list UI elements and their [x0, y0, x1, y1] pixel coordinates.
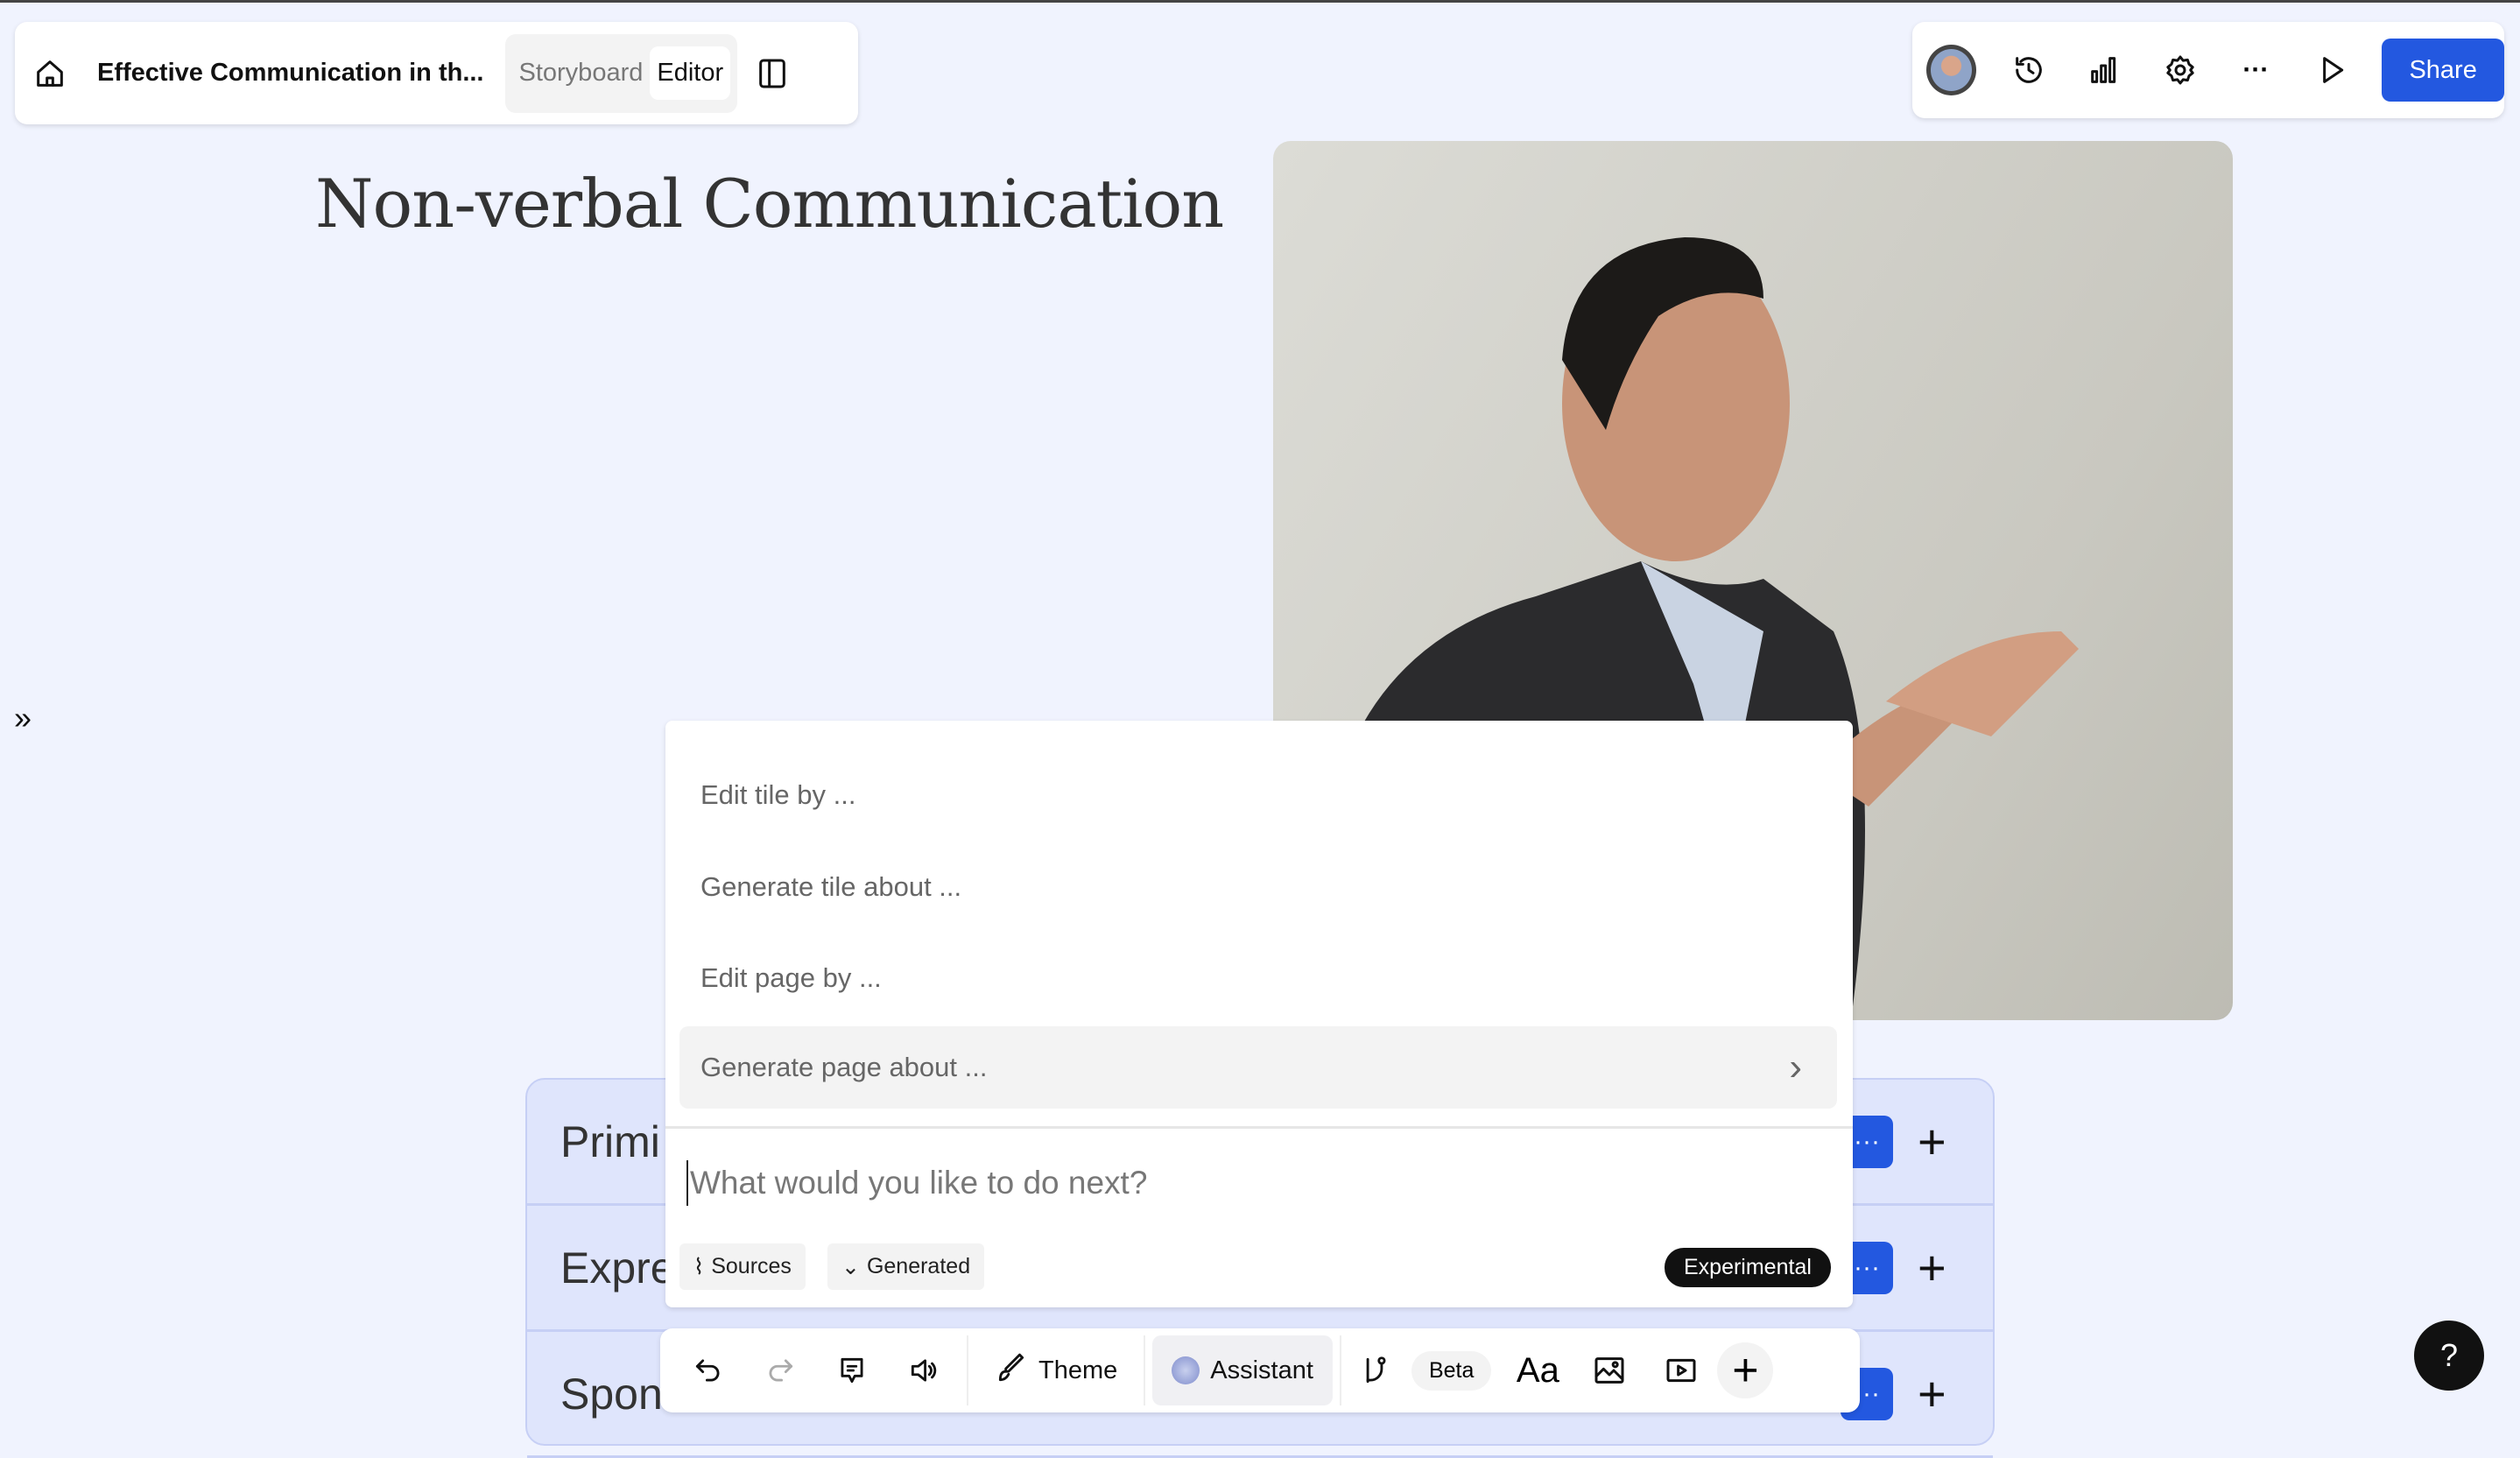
- menu-item-generate-tile[interactable]: Generate tile about ...: [679, 846, 1837, 928]
- experimental-badge: Experimental: [1665, 1248, 1831, 1287]
- tab-storyboard[interactable]: Storyboard: [512, 46, 651, 100]
- assistant-button[interactable]: Assistant: [1152, 1335, 1333, 1405]
- sources-button[interactable]: ⌇ Sources: [679, 1243, 806, 1290]
- divider: [1339, 1335, 1341, 1405]
- divider: [1144, 1335, 1146, 1405]
- document-title[interactable]: Effective Communication in th...: [97, 59, 484, 88]
- menu-item-generate-page[interactable]: Generate page about ... ›: [679, 1026, 1837, 1109]
- assistant-orb-icon: [1172, 1356, 1200, 1384]
- redo-icon[interactable]: [744, 1339, 816, 1402]
- top-actions: ··· Share: [1912, 22, 2505, 118]
- menu-item-label: Edit page by ...: [700, 962, 882, 993]
- add-icon[interactable]: +: [1717, 1342, 1774, 1398]
- row-label: Spon: [560, 1369, 663, 1419]
- audio-icon[interactable]: [888, 1339, 960, 1402]
- share-button[interactable]: Share: [2382, 39, 2505, 102]
- home-icon[interactable]: [31, 56, 69, 91]
- sidebar-toggle-icon[interactable]: [755, 56, 790, 91]
- row-add-button[interactable]: +: [1918, 1239, 1946, 1296]
- text-style-icon[interactable]: Aa: [1502, 1339, 1573, 1402]
- branch-icon[interactable]: [1348, 1339, 1401, 1402]
- row-label: Expre: [560, 1243, 675, 1292]
- bottom-toolbar: Theme Assistant Beta Aa +: [660, 1328, 1860, 1412]
- row-add-button[interactable]: +: [1918, 1113, 1946, 1170]
- help-button[interactable]: ?: [2414, 1321, 2484, 1391]
- brush-icon: [995, 1352, 1028, 1390]
- theme-button[interactable]: Theme: [975, 1335, 1137, 1405]
- document-header: Effective Communication in th... Storybo…: [15, 22, 858, 124]
- generated-label: Generated: [866, 1254, 971, 1278]
- divider: [665, 1126, 1853, 1129]
- video-icon[interactable]: [1645, 1339, 1717, 1402]
- generated-dropdown[interactable]: ⌄ Generated: [827, 1243, 985, 1290]
- sources-label: Sources: [711, 1254, 792, 1278]
- settings-gear-icon[interactable]: [2142, 44, 2218, 96]
- undo-icon[interactable]: [672, 1339, 744, 1402]
- menu-item-edit-tile[interactable]: Edit tile by ...: [679, 754, 1837, 836]
- menu-item-edit-page[interactable]: Edit page by ...: [679, 937, 1837, 1019]
- chevron-right-icon: ›: [1789, 1046, 1802, 1088]
- prompt-input[interactable]: What would you like to do next?: [686, 1160, 1147, 1206]
- menu-item-label: Generate page about ...: [700, 1052, 988, 1082]
- expand-panel-icon[interactable]: »: [14, 700, 32, 736]
- chevron-down-icon: ⌄: [841, 1254, 860, 1279]
- user-avatar[interactable]: [1926, 45, 1977, 95]
- row-label: Primi: [560, 1116, 660, 1166]
- assistant-popup: Edit tile by ... Generate tile about ...…: [665, 721, 1853, 1307]
- comment-icon[interactable]: [816, 1339, 888, 1402]
- beta-badge[interactable]: Beta: [1411, 1350, 1492, 1391]
- tab-editor[interactable]: Editor: [650, 46, 731, 100]
- play-icon[interactable]: [2294, 44, 2370, 96]
- page-title[interactable]: Non-verbal Communication: [315, 165, 1224, 243]
- assistant-label: Assistant: [1210, 1356, 1313, 1384]
- image-icon[interactable]: [1573, 1339, 1645, 1402]
- view-switcher: Storyboard Editor: [504, 33, 738, 113]
- paperclip-icon: ⌇: [693, 1254, 705, 1279]
- row-add-button[interactable]: +: [1918, 1365, 1946, 1422]
- theme-label: Theme: [1038, 1356, 1118, 1384]
- history-icon[interactable]: [1990, 44, 2066, 96]
- divider: [967, 1335, 968, 1405]
- more-options-icon[interactable]: ···: [2218, 44, 2294, 96]
- analytics-icon[interactable]: [2066, 44, 2143, 96]
